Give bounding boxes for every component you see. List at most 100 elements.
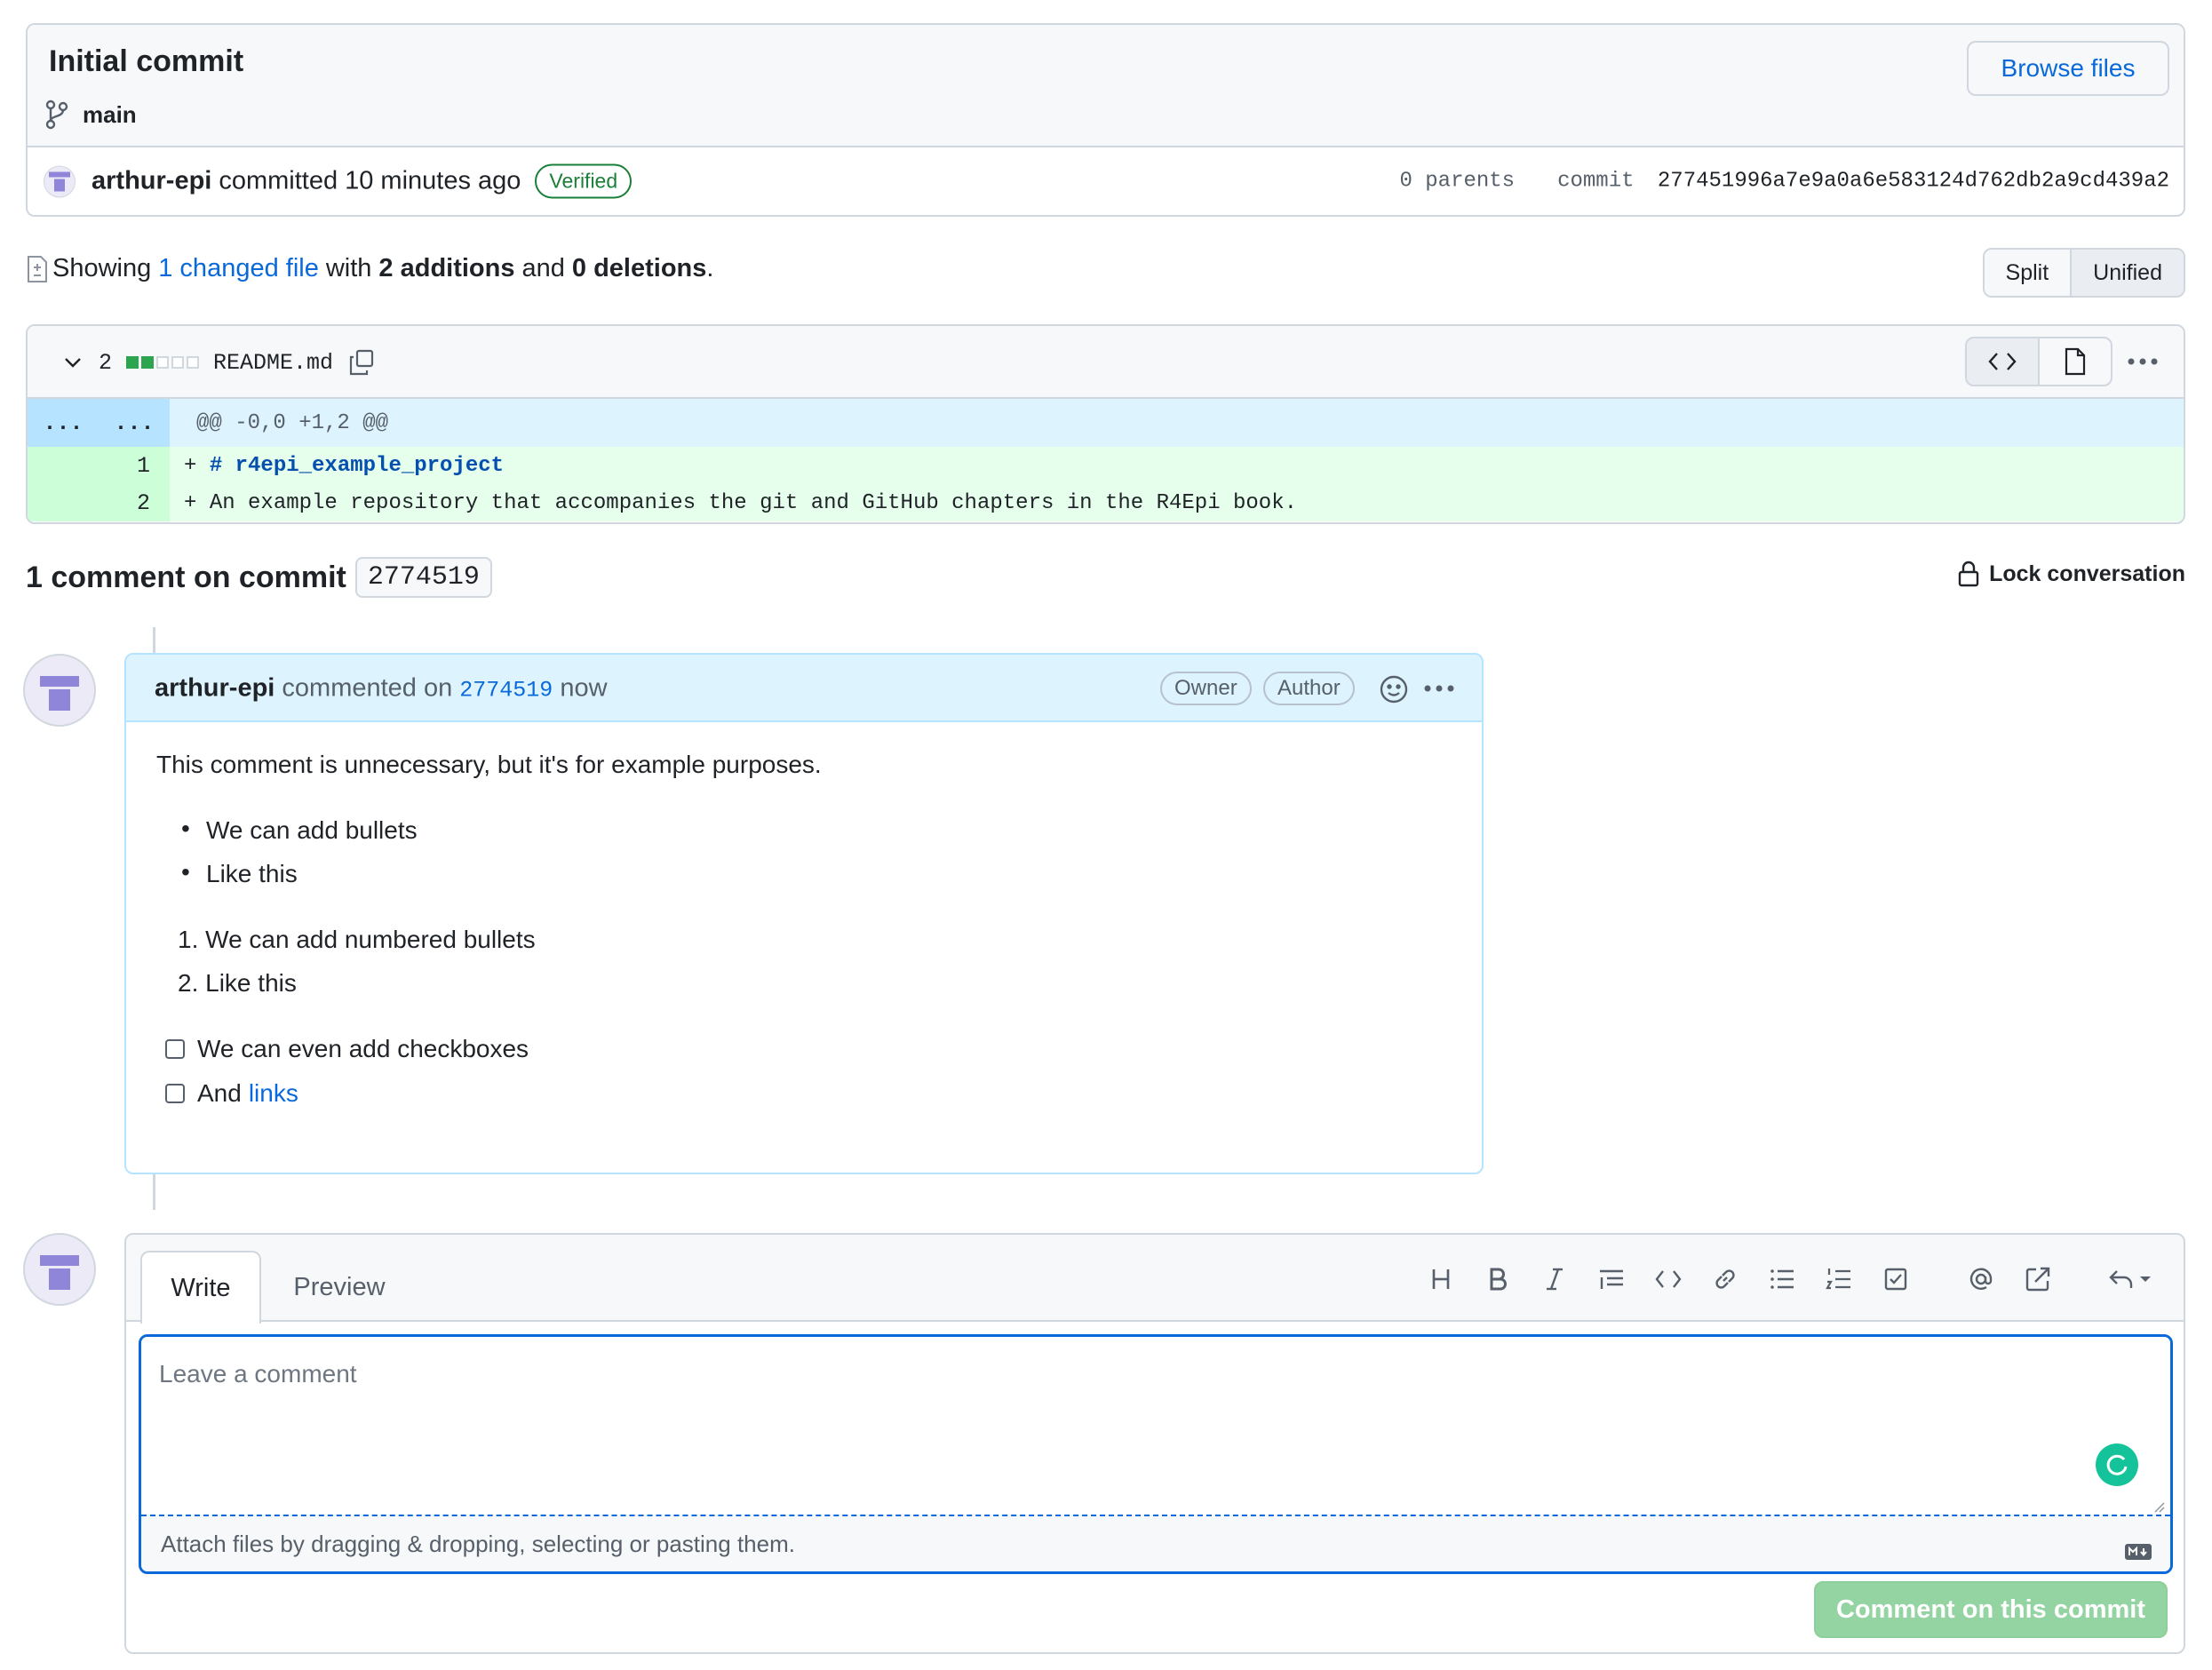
code-icon[interactable] (1640, 1254, 1697, 1304)
composer-tabs: Write Preview (126, 1235, 2184, 1324)
ordered-list-icon[interactable] (1810, 1254, 1867, 1304)
expand-hunk-right[interactable]: ... (99, 399, 170, 447)
comment-time[interactable]: now (560, 674, 607, 703)
git-branch-icon (44, 99, 70, 130)
mention-icon[interactable] (1953, 1254, 2009, 1304)
cross-reference-icon[interactable] (2009, 1254, 2066, 1304)
split-view-button[interactable]: Split (1984, 250, 2071, 296)
diffstat-add-block (126, 356, 139, 369)
tab-preview[interactable]: Preview (277, 1251, 402, 1324)
avatar[interactable] (23, 1233, 96, 1306)
file-name[interactable]: README.md (213, 350, 333, 376)
commit-sha-badge[interactable]: 2774519 (354, 557, 492, 598)
timeline-connector (153, 1174, 155, 1210)
copy-icon[interactable] (347, 348, 376, 377)
summary-text: . (706, 254, 714, 282)
diff-line: 2 + An example repository that accompani… (28, 484, 2184, 521)
avatar[interactable] (44, 165, 76, 197)
tab-write[interactable]: Write (140, 1251, 261, 1324)
diff-line-text: An example repository that accompanies t… (209, 490, 1298, 515)
markdown-icon[interactable] (2124, 1543, 2152, 1561)
comment-sha-link[interactable]: 2774519 (459, 678, 553, 704)
resize-handle-icon[interactable] (2154, 1502, 2165, 1513)
diffstat-blocks (126, 356, 200, 369)
comment-submit-button[interactable]: Comment on this commit (1814, 1581, 2168, 1638)
diff-view-toggle: Split Unified (1982, 248, 2185, 298)
commit-time: 10 minutes ago (345, 166, 521, 195)
attach-files-bar[interactable]: Attach files by dragging & dropping, sel… (141, 1515, 2170, 1571)
unordered-list-icon[interactable] (1754, 1254, 1810, 1304)
diff-line-prefix: + (184, 490, 210, 515)
file-info: 2 README.md (61, 348, 376, 377)
browse-files-button[interactable]: Browse files (1967, 41, 2169, 96)
deletions-count: 0 deletions (571, 254, 707, 282)
diff-line-content: + An example repository that accompanies… (184, 484, 1297, 521)
file-icon (2065, 347, 2086, 376)
file-view-toggle (1965, 337, 2113, 386)
file-view-button[interactable] (2040, 338, 2111, 385)
additions-count: 2 additions (378, 254, 515, 282)
chevron-down-icon[interactable] (61, 351, 84, 374)
comment-input-wrapper: Attach files by dragging & dropping, sel… (139, 1334, 2173, 1574)
kebab-menu-icon[interactable] (1423, 684, 1455, 693)
parents-count: 0 parents (1399, 169, 1516, 194)
list-item: • Like this (181, 858, 298, 887)
list-item: 2. Like this (178, 971, 297, 996)
list-item-text: Like this (205, 969, 297, 997)
commit-title-area: Initial commit main Browse files (28, 25, 2184, 147)
line-number[interactable]: 2 (28, 484, 170, 521)
heading-icon[interactable] (1412, 1254, 1469, 1304)
list-item: • We can add bullets (181, 815, 418, 844)
italic-icon[interactable] (1526, 1254, 1583, 1304)
diffstat-neutral-block (187, 356, 200, 369)
checkbox[interactable] (165, 1039, 185, 1059)
file-diff: 2 README.md ... ... @@ -0,0 +1,2 @@ 1 + … (26, 324, 2185, 524)
changed-files-link[interactable]: 1 changed file (158, 254, 319, 283)
lock-conversation-label: Lock conversation (1989, 561, 2185, 586)
comment-input[interactable] (141, 1337, 2170, 1515)
task-list-item: We can even add checkboxes (165, 1037, 529, 1062)
summary-prefix: Showing (52, 254, 152, 282)
list-marker: 2. (178, 969, 199, 997)
list-item-text: We can add bullets (206, 816, 418, 844)
commit-meta: arthur-epi committed 10 minutes ago Veri… (44, 163, 633, 199)
change-count: 2 (99, 349, 113, 376)
checkbox[interactable] (165, 1084, 185, 1103)
commit-author[interactable]: arthur-epi (92, 167, 211, 196)
lock-conversation-button[interactable]: Lock conversation (1957, 560, 2185, 588)
diff-line-text: # r4epi_example_project (209, 453, 505, 478)
code-icon (1988, 353, 2017, 370)
avatar[interactable] (23, 654, 96, 727)
grammarly-icon[interactable] (2096, 1443, 2138, 1486)
list-marker: 1. (178, 926, 199, 953)
comments-heading-text: 1 comment on commit (26, 560, 346, 594)
quote-icon[interactable] (1583, 1254, 1640, 1304)
list-item-text: Like this (206, 860, 298, 887)
verified-badge[interactable]: Verified (535, 163, 633, 199)
summary-text: and (521, 254, 565, 282)
unified-view-button[interactable]: Unified (2070, 250, 2184, 296)
expand-hunk-left[interactable]: ... (28, 399, 99, 447)
comment-author[interactable]: arthur-epi (155, 674, 275, 703)
line-number[interactable]: 1 (28, 447, 170, 484)
bold-icon[interactable] (1469, 1254, 1526, 1304)
task-list-item: And links (165, 1081, 298, 1106)
comment-link[interactable]: links (249, 1081, 298, 1106)
summary-text: with (325, 254, 372, 282)
diff-line-prefix: + (184, 453, 210, 478)
commit-action: committed (219, 166, 338, 195)
link-icon[interactable] (1697, 1254, 1754, 1304)
diff-line-content: + # r4epi_example_project (184, 447, 504, 484)
diff-summary: Showing 1 changed file with 2 additions … (26, 254, 713, 283)
task-list-icon[interactable] (1867, 1254, 1924, 1304)
hunk-header: @@ -0,0 +1,2 @@ (196, 410, 389, 435)
kebab-menu-icon[interactable] (2127, 357, 2159, 366)
comment-header: arthur-epi commented on 2774519 now Owne… (126, 655, 1482, 722)
lock-icon (1957, 560, 1980, 588)
smiley-icon[interactable] (1379, 674, 1409, 704)
file-header: 2 README.md (28, 326, 2184, 399)
branch-indicator[interactable]: main (44, 99, 137, 130)
code-view-button[interactable] (1967, 338, 2040, 385)
timeline-connector (153, 627, 155, 654)
saved-replies-icon[interactable] (2095, 1254, 2166, 1304)
